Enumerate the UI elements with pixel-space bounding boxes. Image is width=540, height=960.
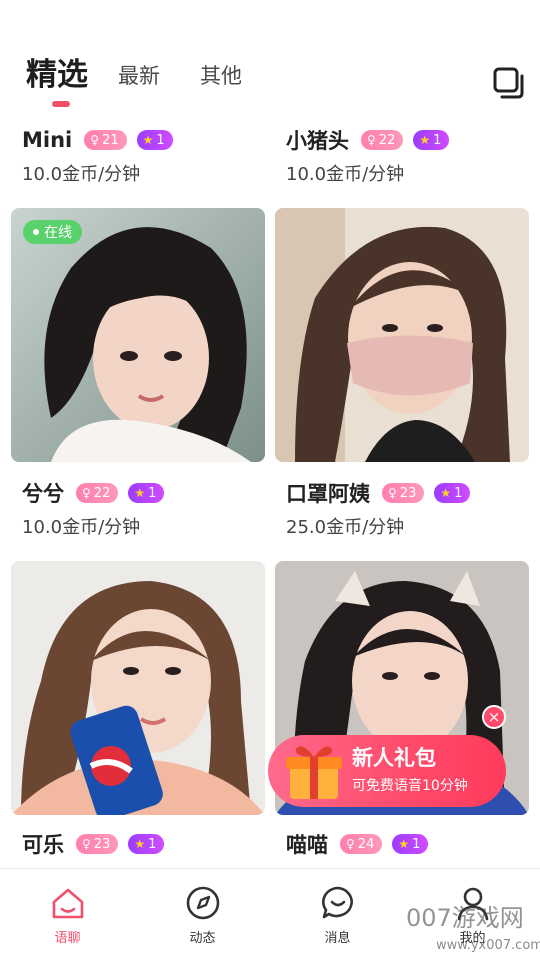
user-name: 小猪头 <box>286 129 349 153</box>
portrait-photo <box>11 208 265 462</box>
star-icon: ★ <box>419 133 431 147</box>
user-name: 口罩阿姨 <box>286 482 370 506</box>
star-badge: ★ 1 <box>392 834 429 854</box>
star-icon: ★ <box>398 837 410 851</box>
watermark-url: www.yx007.com <box>436 938 540 953</box>
level-icon: ♀ <box>367 133 376 147</box>
level-icon: ♀ <box>82 837 91 851</box>
star-badge: ★ 1 <box>434 483 471 503</box>
level-badge: ♀ 21 <box>84 130 127 150</box>
promo-subtitle: 可免费语音10分钟 <box>352 777 468 794</box>
user-name: 兮兮 <box>22 482 64 506</box>
level-badge: ♀ 23 <box>382 483 425 503</box>
user-name: 可乐 <box>22 833 64 857</box>
star-badge: ★ 1 <box>128 834 165 854</box>
star-icon: ★ <box>440 486 452 500</box>
compass-icon <box>186 886 219 920</box>
nav-moments[interactable]: 动态 <box>135 869 270 960</box>
card-info-mini[interactable]: Mini ♀ 21 ★ 1 10.0金币/分钟 <box>22 126 272 186</box>
level-icon: ♀ <box>90 133 100 147</box>
level-icon: ♀ <box>82 486 91 500</box>
portrait-photo <box>275 208 529 462</box>
home-icon <box>52 888 83 919</box>
star-icon: ★ <box>134 486 146 500</box>
star-icon: ★ <box>134 837 146 851</box>
user-photo-card[interactable] <box>11 561 265 815</box>
user-name: Mini <box>22 128 73 152</box>
tab-featured[interactable]: 精选 <box>26 60 88 107</box>
star-icon: ★ <box>142 133 154 147</box>
gift-box-icon <box>286 746 342 799</box>
promo-title: 新人礼包 <box>352 746 436 771</box>
online-status-badge: 在线 <box>23 220 82 244</box>
price-text: 10.0金币/分钟 <box>286 164 405 185</box>
switch-layout-icon[interactable] <box>492 66 526 100</box>
level-icon: ♀ <box>346 837 355 851</box>
star-badge: ★ 1 <box>413 130 450 150</box>
user-name: 喵喵 <box>286 833 328 857</box>
level-icon: ♀ <box>388 486 397 500</box>
level-badge: ♀ 22 <box>76 483 119 503</box>
nav-label: 消息 <box>324 931 351 946</box>
card-info-miaomiao[interactable]: 喵喵 ♀ 24 ★ 1 <box>286 830 536 858</box>
user-photo-card[interactable]: 在线 <box>11 208 265 462</box>
tab-other[interactable]: 其他 <box>200 66 242 91</box>
card-info-kele[interactable]: 可乐 ♀ 23 ★ 1 <box>22 830 272 858</box>
watermark-text: 007游戏网 <box>406 904 524 932</box>
nav-label: 动态 <box>189 931 216 946</box>
nav-label: 语聊 <box>54 931 81 946</box>
online-dot-icon <box>33 229 39 235</box>
card-info-xixi[interactable]: 兮兮 ♀ 22 ★ 1 10.0金币/分钟 <box>22 479 272 539</box>
nav-voice-chat[interactable]: 语聊 <box>0 869 135 960</box>
message-icon <box>321 886 353 919</box>
star-badge: ★ 1 <box>136 130 173 150</box>
nav-messages[interactable]: 消息 <box>270 869 405 960</box>
price-text: 10.0金币/分钟 <box>22 164 141 185</box>
card-info-xiaozhutou[interactable]: 小猪头 ♀ 22 ★ 1 10.0金币/分钟 <box>286 126 536 186</box>
level-badge: ♀ 23 <box>76 834 119 854</box>
star-badge: ★ 1 <box>128 483 165 503</box>
level-badge: ♀ 22 <box>361 130 404 150</box>
level-badge: ♀ 24 <box>340 834 383 854</box>
price-text: 10.0金币/分钟 <box>22 517 141 538</box>
top-tab-bar: 精选 最新 其他 <box>26 60 282 107</box>
portrait-photo <box>11 561 265 815</box>
close-promo-button[interactable]: × <box>482 705 506 729</box>
user-photo-card[interactable] <box>275 208 529 462</box>
card-info-kouzhaoayi[interactable]: 口罩阿姨 ♀ 23 ★ 1 25.0金币/分钟 <box>286 479 536 539</box>
tab-latest[interactable]: 最新 <box>118 66 160 91</box>
new-user-gift-banner[interactable]: 新人礼包 可免费语音10分钟 <box>268 735 506 807</box>
price-text: 25.0金币/分钟 <box>286 517 405 538</box>
